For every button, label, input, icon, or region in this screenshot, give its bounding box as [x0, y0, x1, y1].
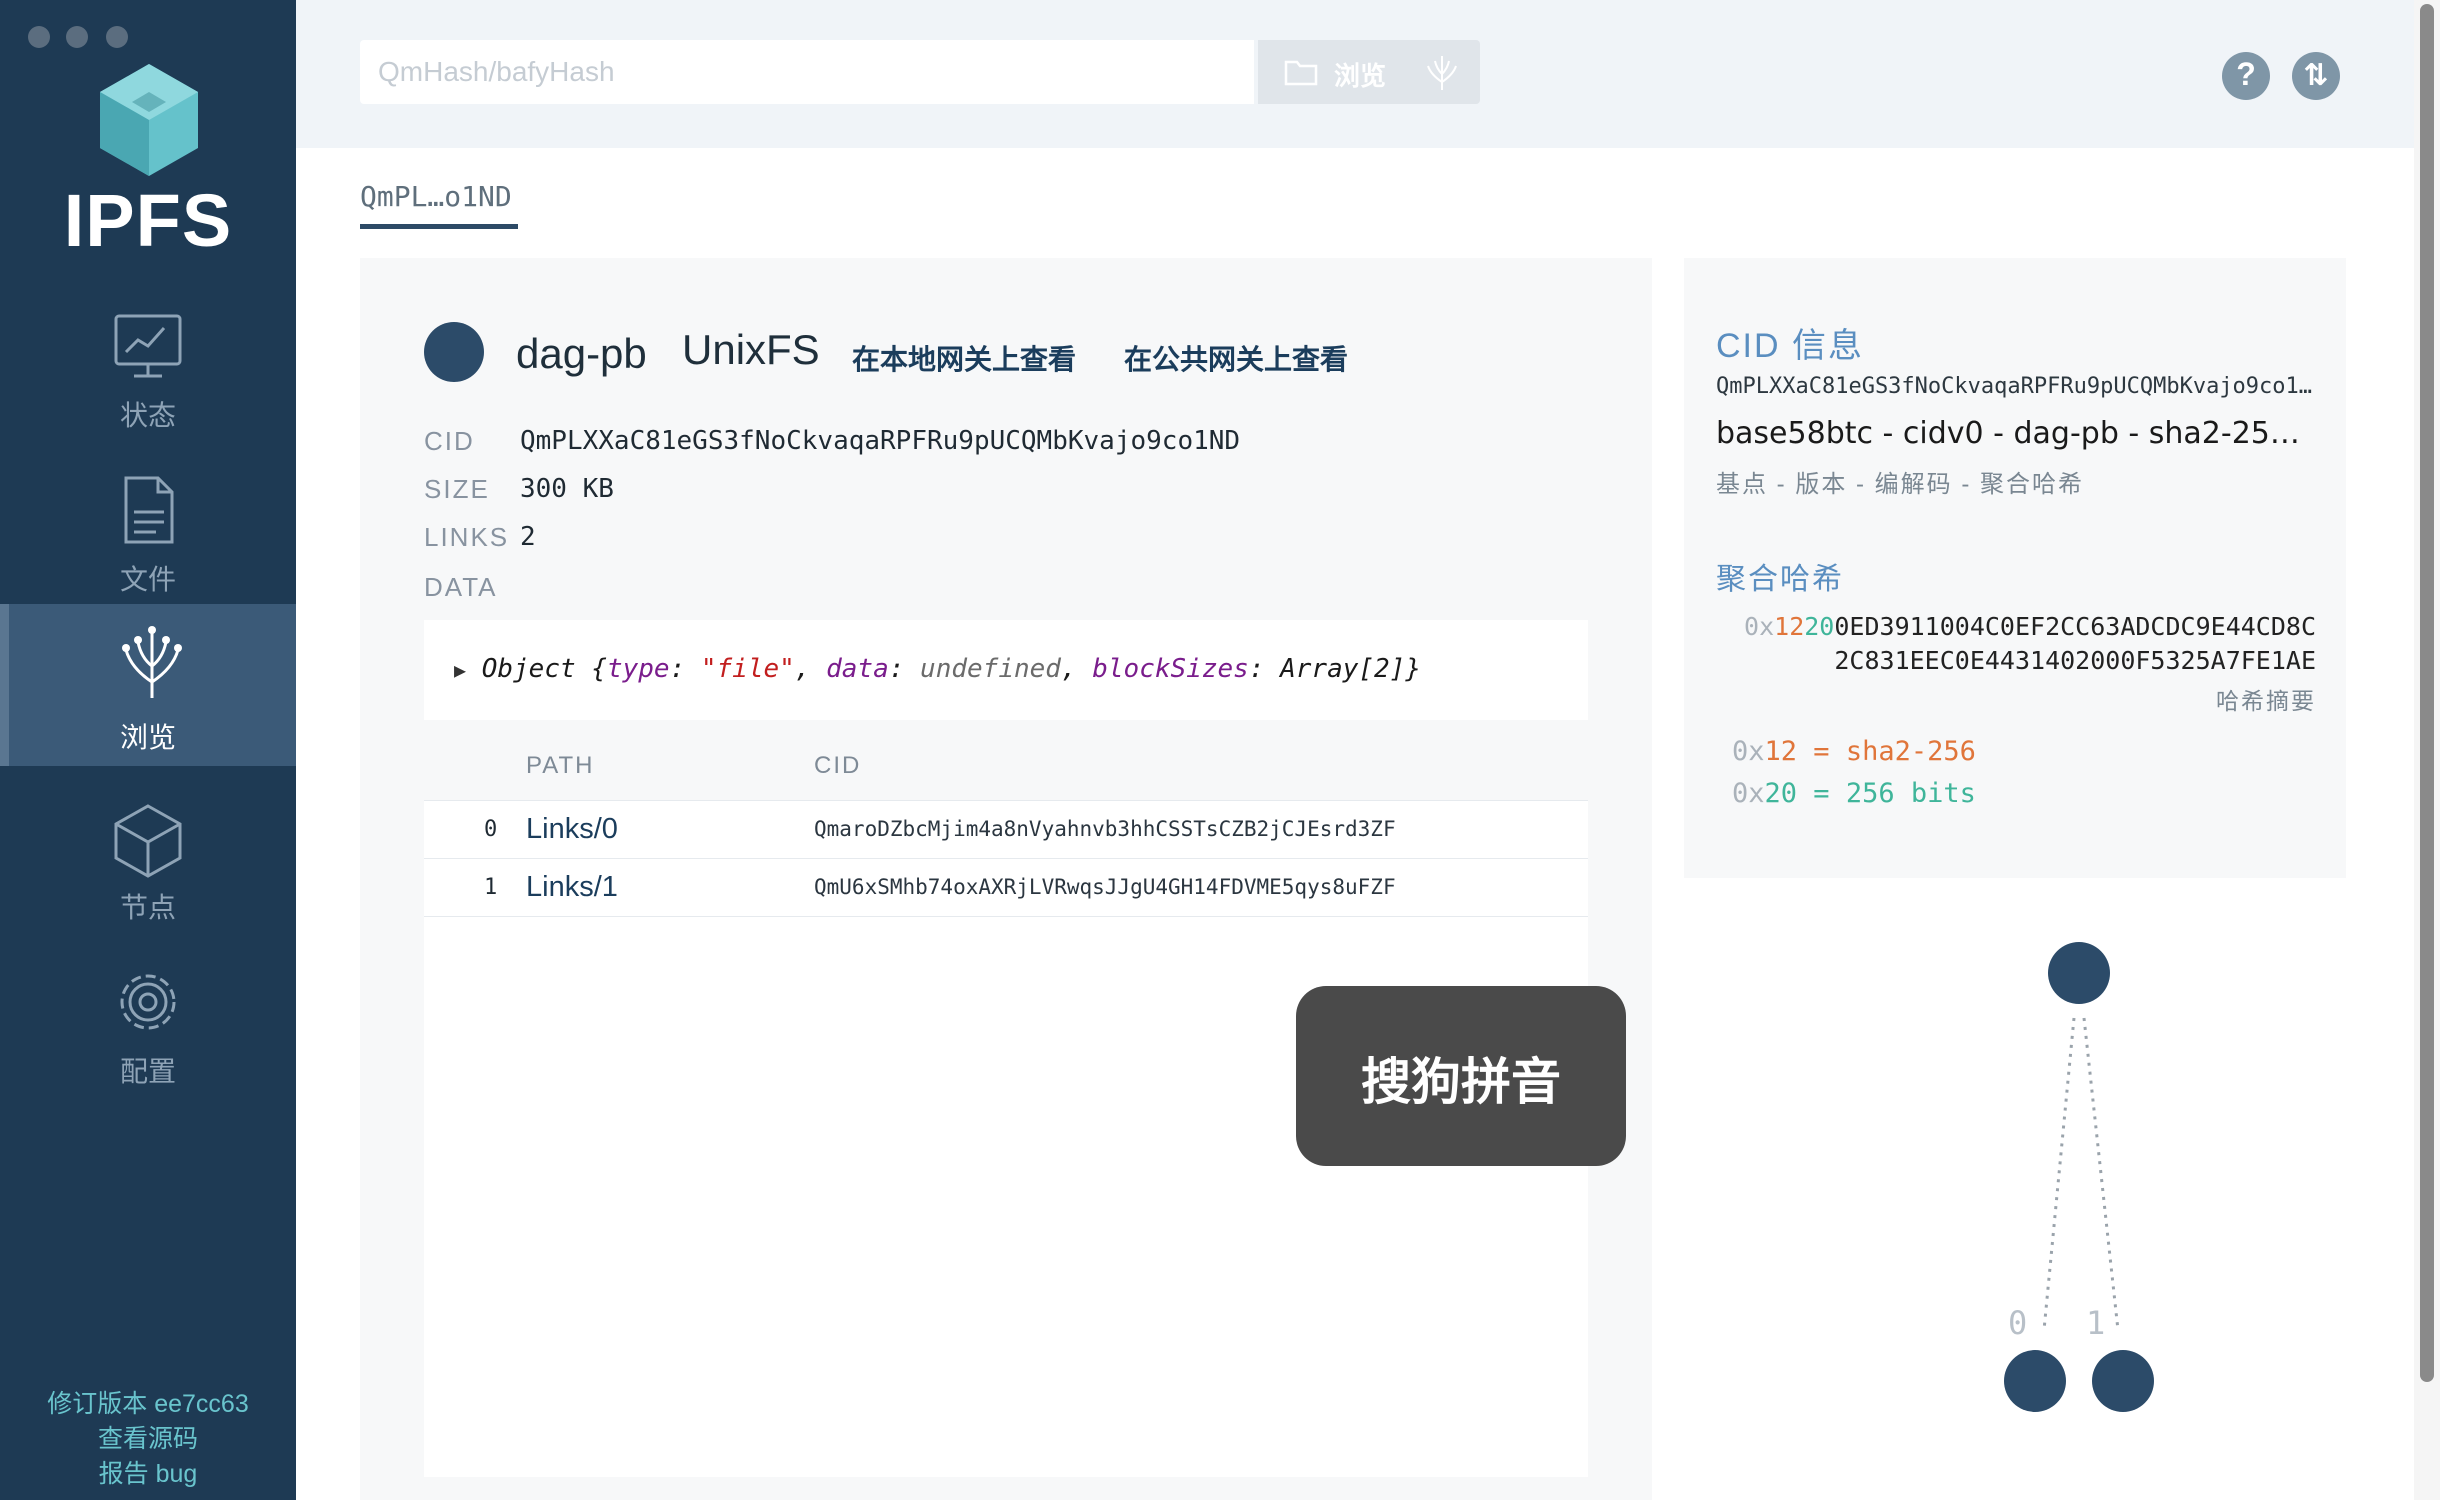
explore-tree-icon [1427, 56, 1457, 90]
peers-icon [114, 804, 182, 878]
size-value: 300 KB [520, 474, 614, 504]
browse-button-label: 浏览 [1334, 61, 1387, 91]
codec-label: dag-pb [516, 330, 647, 377]
sidebar-item-settings[interactable]: 配置 [0, 950, 296, 1112]
graph-child-label: 1 [2086, 1304, 2106, 1342]
revision-link[interactable]: 修订版本 ee7cc63 [0, 1384, 296, 1420]
report-bug-link[interactable]: 报告 bug [0, 1454, 296, 1490]
column-header-path: PATH [526, 752, 595, 779]
row-index: 0 [484, 817, 498, 842]
sidebar-item-label: 文件 [119, 564, 176, 595]
local-gateway-link[interactable]: 在本地网关上查看 [852, 338, 1076, 378]
help-button[interactable]: ? [2222, 52, 2270, 100]
graph-child-label: 0 [2008, 1304, 2028, 1342]
sidebar-item-label: 状态 [119, 400, 176, 431]
ime-indicator-popup: 搜狗拼音 [1296, 986, 1626, 1166]
graph-child-node[interactable] [2004, 1350, 2066, 1412]
row-index: 1 [484, 875, 498, 900]
object-key: blockSizes [1092, 654, 1249, 684]
expand-arrow-icon[interactable]: ▶ [454, 658, 466, 682]
table-row[interactable]: 0 Links/0 QmaroDZbcMjim4a8nVyahnvb3hhCSS… [424, 800, 1588, 859]
sidebar-item-status[interactable]: 状态 [0, 294, 296, 456]
files-icon [124, 476, 174, 544]
graph-root-node[interactable] [2048, 942, 2110, 1004]
object-suffix: } [1405, 654, 1421, 684]
links-label: LINKS [424, 522, 510, 552]
row-path-link[interactable]: Links/0 [526, 813, 618, 846]
row-cid[interactable]: QmaroDZbcMjim4a8nVyahnvb3hhCSSTsCZB2jCJE… [814, 817, 1396, 841]
sidebar-item-files[interactable]: 文件 [0, 458, 296, 620]
sidebar-item-label: 节点 [119, 892, 176, 923]
multihash-hex-line-1: 0x12200ED3911004C0EF2CC63ADCDC9E44CD8C [1744, 612, 2316, 641]
window-minimize-button[interactable] [66, 26, 88, 48]
multihash-length-explainer: 0x20 = 256 bits [1732, 778, 1976, 809]
sidebar-item-label: 浏览 [119, 722, 176, 753]
size-label: SIZE [424, 474, 490, 504]
scrollbar-thumb[interactable] [2420, 4, 2434, 1382]
sidebar: IPFS 状态 文件 浏览 节点 配置 修订版本 ee7cc63 查看源码 报告… [0, 0, 296, 1500]
format-label: UnixFS [682, 326, 820, 373]
multihash-title: 聚合哈希 [1716, 563, 1844, 596]
data-label: DATA [424, 572, 498, 602]
view-source-link[interactable]: 查看源码 [0, 1419, 296, 1455]
cid-label: CID [424, 426, 475, 456]
sidebar-item-explore[interactable]: 浏览 [0, 604, 296, 766]
breadcrumb[interactable]: QmPL…o1ND [360, 180, 512, 213]
breadcrumb-underline [360, 224, 518, 229]
column-header-cid: CID [814, 752, 862, 779]
hash-digest-label: 哈希摘要 [2216, 688, 2316, 714]
window-close-button[interactable] [28, 26, 50, 48]
node-type-dot [424, 322, 484, 382]
cid-search-input[interactable] [360, 40, 1254, 104]
app-logo-text: IPFS [63, 179, 233, 262]
object-value: "file" [700, 654, 795, 684]
sync-icon: ⇅ [2303, 59, 2329, 92]
links-value: 2 [520, 522, 536, 552]
top-bar: 浏览 ? ⇅ [296, 0, 2414, 148]
cid-info-parts: 基点 - 版本 - 编解码 - 聚合哈希 [1716, 471, 2084, 498]
multihash-code-explainer: 0x12 = sha2-256 [1732, 736, 1976, 767]
cid-info-full-cid: QmPLXXaC81eGS3fNoCkvaqaRPFRu9pUCQMbKvajo… [1716, 374, 2316, 399]
row-cid[interactable]: QmU6xSMhb74oxAXRjLVRwqsJJgU4GH14FDVME5qy… [814, 875, 1396, 899]
folder-icon [1284, 60, 1318, 86]
object-prefix: Object { [481, 654, 607, 684]
sidebar-item-label: 配置 [119, 1056, 176, 1087]
public-gateway-link[interactable]: 在公共网关上查看 [1124, 338, 1348, 378]
settings-icon [120, 974, 176, 1030]
sidebar-item-peers[interactable]: 节点 [0, 786, 296, 948]
cid-value: QmPLXXaC81eGS3fNoCkvaqaRPFRu9pUCQMbKvajo… [520, 426, 1241, 456]
object-key: data [826, 654, 889, 684]
cid-info-human-readable: base58btc - cidv0 - dag-pb - sha2-256~25… [1716, 416, 2316, 451]
sync-button[interactable]: ⇅ [2292, 52, 2340, 100]
graph-child-node[interactable] [2092, 1350, 2154, 1412]
ipfs-logo-icon [100, 64, 198, 176]
table-row[interactable]: 1 Links/1 QmU6xSMhb74oxAXRjLVRwqsJJgU4GH… [424, 858, 1588, 917]
data-object-tree[interactable]: ▶ Object {type: "file", data: undefined,… [454, 654, 1421, 684]
multihash-hex-line-2: 2C831EEC0E4431402000F5325A7FE1AE [1834, 646, 2316, 675]
object-key: type [606, 654, 670, 684]
object-value: undefined [920, 654, 1061, 684]
explore-icon [122, 626, 182, 698]
cid-info-title: CID 信息 [1716, 327, 1864, 365]
status-icon [114, 314, 182, 378]
help-icon: ? [2236, 56, 2256, 92]
window-zoom-button[interactable] [106, 26, 128, 48]
ime-label: 搜狗拼音 [1361, 1054, 1561, 1110]
browse-button[interactable]: 浏览 [1258, 40, 1480, 104]
object-value: Array[2] [1280, 654, 1406, 684]
row-path-link[interactable]: Links/1 [526, 871, 618, 904]
